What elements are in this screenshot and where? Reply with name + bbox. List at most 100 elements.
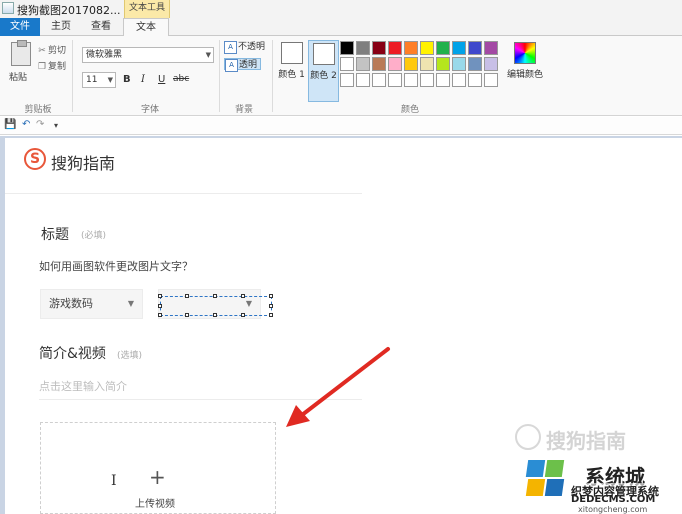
- colors-group-label: 颜色: [400, 105, 419, 115]
- title-label: 标题: [41, 227, 69, 243]
- color-swatch[interactable]: [468, 57, 482, 71]
- color-swatch[interactable]: [340, 73, 354, 87]
- divider: [272, 40, 273, 112]
- color-swatch[interactable]: [372, 57, 386, 71]
- upload-label: 上传视频: [135, 499, 175, 510]
- color-swatch[interactable]: [452, 57, 466, 71]
- xitongcheng-logo-icon: [525, 460, 565, 498]
- italic-button[interactable]: I: [141, 74, 145, 85]
- color-swatch[interactable]: [420, 73, 434, 87]
- color-swatch[interactable]: [452, 41, 466, 55]
- bold-button[interactable]: B: [123, 74, 131, 85]
- red-arrow-annotation: [286, 347, 390, 427]
- divider: [5, 193, 362, 194]
- background-group-label: 背景: [234, 105, 253, 115]
- window-title: 搜狗截图2017082...: [17, 4, 121, 17]
- color-swatch[interactable]: [404, 73, 418, 87]
- color-swatch[interactable]: [372, 41, 386, 55]
- resize-handle[interactable]: [213, 294, 217, 298]
- scissors-icon: ✂: [38, 46, 46, 56]
- resize-handle[interactable]: [241, 294, 245, 298]
- color-swatch[interactable]: [468, 73, 482, 87]
- clipboard-icon: [11, 40, 31, 66]
- tab-text[interactable]: 文本: [123, 18, 169, 37]
- color-swatch[interactable]: [388, 41, 402, 55]
- sogou-logo-icon: S: [24, 148, 46, 170]
- color2-button[interactable]: 颜色 2: [308, 40, 339, 102]
- color-swatch[interactable]: [436, 41, 450, 55]
- color-swatch[interactable]: [436, 57, 450, 71]
- quick-access-toolbar: 💾 ↶ ↷ ▾: [0, 117, 682, 135]
- resize-handle[interactable]: [269, 304, 273, 308]
- context-tab-text-tools: 文本工具: [124, 0, 170, 18]
- font-family-select[interactable]: 微软雅黑 ▼: [82, 47, 214, 63]
- color-swatch[interactable]: [420, 41, 434, 55]
- color-swatch[interactable]: [340, 57, 354, 71]
- divider: [72, 40, 73, 112]
- color-swatch[interactable]: [404, 57, 418, 71]
- opaque-option[interactable]: 不透明: [224, 41, 265, 54]
- edit-colors-button[interactable]: 编辑颜色: [503, 42, 547, 80]
- color-swatch[interactable]: [468, 41, 482, 55]
- color-swatch[interactable]: [436, 73, 450, 87]
- logo-text: 搜狗指南: [51, 154, 116, 173]
- resize-handle[interactable]: [158, 304, 162, 308]
- color-swatch[interactable]: [404, 41, 418, 55]
- text-box-selection[interactable]: [158, 294, 273, 317]
- resize-handle[interactable]: [213, 313, 217, 317]
- resize-handle[interactable]: [185, 294, 189, 298]
- category-select: 游戏数码 ▼: [40, 289, 143, 319]
- color-swatch[interactable]: [484, 41, 498, 55]
- color-swatch[interactable]: [452, 73, 466, 87]
- color1-swatch: [280, 42, 303, 64]
- tab-home[interactable]: 主页: [41, 18, 81, 36]
- required-hint: (必填): [81, 231, 107, 241]
- color-swatch[interactable]: [340, 41, 354, 55]
- canvas[interactable]: S 搜狗指南 标题 (必填) 如何用画图软件更改图片文字？ 游戏数码 ▼ ▼ 简: [5, 138, 682, 514]
- resize-handle[interactable]: [158, 294, 162, 298]
- color-swatch[interactable]: [388, 57, 402, 71]
- resize-handle[interactable]: [269, 294, 273, 298]
- color-swatch[interactable]: [356, 73, 370, 87]
- transparent-option[interactable]: 透明: [224, 58, 262, 72]
- color-swatch[interactable]: [420, 57, 434, 71]
- tab-view[interactable]: 查看: [81, 18, 121, 36]
- font-group-label: 字体: [140, 105, 159, 115]
- ribbon: 粘贴 ✂ 剪切 ❐ 复制 剪贴板 微软雅黑 ▼ 11 ▼ B I U abc 字体 …: [0, 36, 682, 116]
- save-icon[interactable]: 💾: [4, 119, 16, 130]
- color-wheel-icon: [514, 42, 536, 64]
- resize-handle[interactable]: [158, 313, 162, 317]
- color-swatch[interactable]: [388, 73, 402, 87]
- font-size-select[interactable]: 11 ▼: [82, 72, 116, 88]
- color-swatch[interactable]: [484, 73, 498, 87]
- color-swatch[interactable]: [356, 57, 370, 71]
- intro-placeholder: 点击这里输入简介: [39, 380, 127, 393]
- color1-button[interactable]: 颜色 1: [276, 40, 307, 98]
- optional-hint: (选填): [117, 351, 143, 361]
- color-swatch[interactable]: [356, 41, 370, 55]
- divider: [219, 40, 220, 112]
- redo-icon[interactable]: ↷: [36, 119, 44, 130]
- resize-handle[interactable]: [269, 313, 273, 317]
- chevron-down-icon: ▼: [107, 76, 113, 84]
- color-palette: [340, 41, 498, 87]
- watermark-logo-icon: [515, 424, 541, 450]
- cut-button[interactable]: ✂ 剪切: [38, 43, 66, 56]
- copy-button[interactable]: ❐ 复制: [38, 59, 66, 72]
- canvas-area[interactable]: S 搜狗指南 标题 (必填) 如何用画图软件更改图片文字？ 游戏数码 ▼ ▼ 简: [0, 136, 682, 514]
- paste-label: 粘贴: [9, 73, 28, 83]
- watermark-text: 搜狗指南: [546, 429, 626, 453]
- customize-toolbar-icon[interactable]: ▾: [54, 121, 58, 130]
- strikethrough-button[interactable]: abc: [173, 74, 189, 84]
- clipboard-group-label: 剪贴板: [24, 105, 52, 115]
- tab-file[interactable]: 文件: [0, 18, 40, 36]
- color-swatch[interactable]: [372, 73, 386, 87]
- resize-handle[interactable]: [185, 313, 189, 317]
- resize-handle[interactable]: [241, 313, 245, 317]
- color-swatch[interactable]: [484, 57, 498, 71]
- intro-label: 简介&视频: [39, 346, 106, 362]
- undo-icon[interactable]: ↶: [22, 119, 30, 130]
- paint-app-icon: [2, 2, 14, 14]
- underline-button[interactable]: U: [158, 74, 165, 85]
- triangle-down-icon: ▼: [127, 299, 134, 308]
